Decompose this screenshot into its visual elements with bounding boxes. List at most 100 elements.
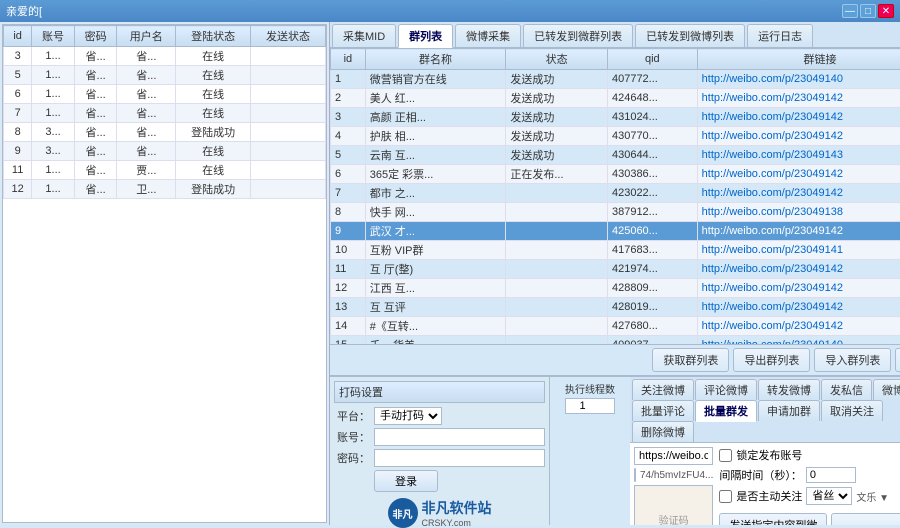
group-cell-qid: 430770...	[607, 127, 697, 146]
group-cell-name: #《互转...	[365, 317, 506, 336]
table-row[interactable]: 61...省...省...在线	[4, 85, 326, 104]
table-row[interactable]: 121...省...卫...登陆成功	[4, 180, 326, 199]
send-to-group-button[interactable]: 发送指定内容到微群	[719, 513, 827, 525]
right-panel: 采集MID群列表微博采集已转发到微群列表已转发到微博列表运行日志 id 群名称 …	[330, 22, 900, 525]
group-row[interactable]: 14#《互转...427680...http://weibo.com/p/230…	[331, 317, 900, 336]
table-cell-sendStatus	[251, 142, 326, 161]
top-tabs: 采集MID群列表微博采集已转发到微群列表已转发到微博列表运行日志	[330, 22, 900, 48]
group-row[interactable]: 5云南 互...发送成功430644...http://weibo.com/p/…	[331, 146, 900, 165]
bottom-tab-8[interactable]: 取消关注	[821, 400, 883, 421]
group-cell-id: 6	[331, 165, 366, 184]
top-tab-5[interactable]: 运行日志	[747, 24, 813, 47]
group-row[interactable]: 11互 厅(整)421974...http://weibo.com/p/2304…	[331, 260, 900, 279]
table-cell-user: 省...	[117, 123, 176, 142]
group-cell-status	[506, 317, 608, 336]
left-panel: id 账号 密码 用户名 登陆状态 发送状态 31...省...省...在线51…	[0, 22, 330, 525]
url-input[interactable]	[634, 447, 713, 465]
group-cell-id: 9	[331, 222, 366, 241]
bottom-tab-5[interactable]: 批量评论	[632, 400, 694, 421]
table-cell-account: 1...	[32, 180, 75, 199]
table-cell-sendStatus	[251, 85, 326, 104]
top-tab-4[interactable]: 已转发到微博列表	[635, 24, 745, 47]
group-action-btn-1[interactable]: 导出群列表	[733, 348, 810, 372]
group-cell-link: http://weibo.com/p/23049142	[697, 222, 900, 241]
platform-label: 平台：	[334, 408, 370, 424]
group-cell-link: http://weibo.com/p/23049142	[697, 184, 900, 203]
table-row[interactable]: 31...省...省...在线	[4, 47, 326, 66]
group-row[interactable]: 10互粉 VIP群417683...http://weibo.com/p/230…	[331, 241, 900, 260]
thread-count-input[interactable]	[565, 398, 615, 414]
password-input[interactable]	[374, 449, 545, 467]
table-row[interactable]: 93...省...省...在线	[4, 142, 326, 161]
group-row[interactable]: 9武汉 才...425060...http://weibo.com/p/2304…	[331, 222, 900, 241]
table-cell-user: 省...	[117, 47, 176, 66]
group-cell-name: 互 厅(整)	[365, 260, 506, 279]
group-cell-name: 互 互评	[365, 298, 506, 317]
bottom-tab-3[interactable]: 发私信	[821, 379, 872, 400]
gcol-name: 群名称	[365, 49, 506, 70]
group-row[interactable]: 12江西 互...428809...http://weibo.com/p/230…	[331, 279, 900, 298]
group-cell-status	[506, 336, 608, 345]
bottom-tab-4[interactable]: 微博点赞	[873, 379, 900, 400]
table-cell-user: 省...	[117, 142, 176, 161]
bottom-tab-0[interactable]: 关注微博	[632, 379, 694, 400]
platform-select[interactable]: 手动打码	[374, 407, 442, 425]
logo: 非凡 非凡软件站 CRSKY.com	[388, 498, 492, 528]
province-select[interactable]: 省丝	[806, 487, 852, 505]
table-cell-user: 省...	[117, 66, 176, 85]
top-tab-0[interactable]: 采集MID	[332, 24, 396, 47]
table-row[interactable]: 111...省...贾...在线	[4, 161, 326, 180]
group-action-btn-0[interactable]: 获取群列表	[652, 348, 729, 372]
group-row[interactable]: 6365定 彩票...正在发布...430386...http://weibo.…	[331, 165, 900, 184]
interval-input[interactable]	[806, 467, 856, 483]
top-tab-2[interactable]: 微博采集	[455, 24, 521, 47]
lock-publish-label: 锁定发布账号	[736, 447, 802, 463]
auto-follow-checkbox[interactable]	[719, 490, 732, 503]
group-cell-status	[506, 184, 608, 203]
group-cell-id: 4	[331, 127, 366, 146]
table-row[interactable]: 71...省...省...在线	[4, 104, 326, 123]
bottom-tab-2[interactable]: 转发微博	[758, 379, 820, 400]
group-row[interactable]: 13互 互评428019...http://weibo.com/p/230491…	[331, 298, 900, 317]
table-cell-sendStatus	[251, 104, 326, 123]
publish-lock-row: 锁定发布账号	[719, 447, 900, 463]
group-table-scroll[interactable]: id 群名称 状态 qid 群链接 1微营销官方在线发送成功407772...h…	[330, 48, 900, 344]
group-row[interactable]: 8快手 网...387912...http://weibo.com/p/2304…	[331, 203, 900, 222]
forward-to-group-button[interactable]: 转发微博到微群	[831, 513, 900, 525]
group-row[interactable]: 15千... 货美...409037...http://weibo.com/p/…	[331, 336, 900, 345]
col-login-status: 登陆状态	[176, 26, 251, 47]
group-action-btn-2[interactable]: 导入群列表	[814, 348, 891, 372]
table-cell-id: 11	[4, 161, 32, 180]
group-action-btn-3[interactable]: 按钮	[895, 348, 900, 372]
table-cell-sendStatus	[251, 47, 326, 66]
top-tab-1[interactable]: 群列表	[398, 24, 453, 48]
table-cell-sendStatus	[251, 161, 326, 180]
account-input[interactable]	[374, 428, 545, 446]
group-cell-id: 10	[331, 241, 366, 260]
table-cell-pwd: 省...	[74, 180, 117, 199]
table-cell-account: 1...	[32, 85, 75, 104]
group-row[interactable]: 4护肤 相...发送成功430770...http://weibo.com/p/…	[331, 127, 900, 146]
login-button[interactable]: 登录	[374, 470, 438, 492]
table-row[interactable]: 83...省...省...登陆成功	[4, 123, 326, 142]
group-row[interactable]: 3高颜 正相...发送成功431024...http://weibo.com/p…	[331, 108, 900, 127]
progress-area: 74/h5mvIzFU4...	[634, 468, 713, 482]
accounts-table: id 账号 密码 用户名 登陆状态 发送状态 31...省...省...在线51…	[3, 25, 326, 199]
bottom-tab-9[interactable]: 删除微博	[632, 421, 694, 442]
close-button[interactable]: ✕	[878, 4, 894, 18]
table-cell-loginStatus: 在线	[176, 104, 251, 123]
lock-publish-checkbox[interactable]	[719, 449, 732, 462]
bottom-tab-6[interactable]: 批量群发	[695, 400, 757, 422]
table-row[interactable]: 51...省...省...在线	[4, 66, 326, 85]
group-cell-status: 正在发布...	[506, 165, 608, 184]
bottom-tab-1[interactable]: 评论微博	[695, 379, 757, 400]
minimize-button[interactable]: —	[842, 4, 858, 18]
bottom-tab-7[interactable]: 申请加群	[758, 400, 820, 421]
top-tab-3[interactable]: 已转发到微群列表	[523, 24, 633, 47]
maximize-button[interactable]: □	[860, 4, 876, 18]
group-row[interactable]: 2美人 红...发送成功424648...http://weibo.com/p/…	[331, 89, 900, 108]
group-row[interactable]: 1微营销官方在线发送成功407772...http://weibo.com/p/…	[331, 70, 900, 89]
group-row[interactable]: 7都市 之...423022...http://weibo.com/p/2304…	[331, 184, 900, 203]
group-cell-link: http://weibo.com/p/23049142	[697, 89, 900, 108]
extra-label: 文乐 ▼	[856, 489, 889, 504]
